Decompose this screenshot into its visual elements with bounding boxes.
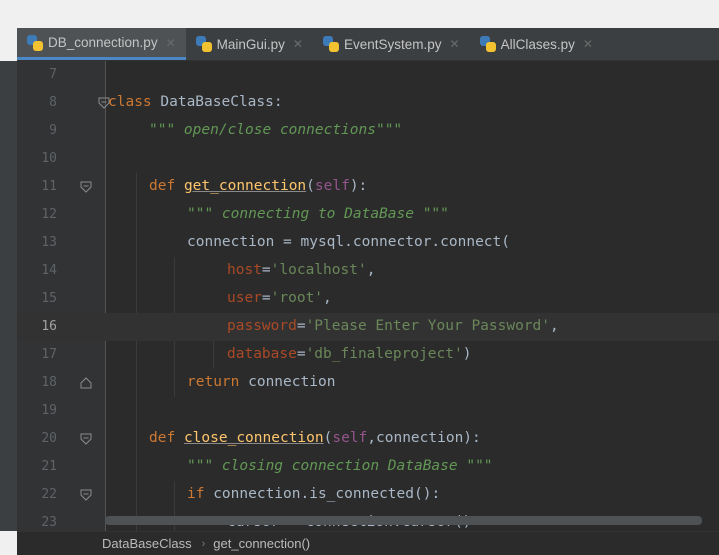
line-number: 19 [41,403,57,418]
code-line: 9 """ open/close connections""" [17,117,719,145]
close-tab-icon[interactable]: ✕ [583,37,593,51]
fold-open-icon[interactable] [79,488,93,502]
breadcrumb-separator-icon: › [201,537,206,550]
code-text: database='db_finaleproject') [227,346,472,362]
python-file-icon [479,36,496,52]
code-line: 10 [17,145,719,173]
code-line: 17 database='db_finaleproject') [17,341,719,369]
tab-maingui[interactable]: MainGui.py ✕ [186,28,313,60]
code-text: password='Please Enter Your Password', [227,318,559,334]
tab-label: EventSystem.py [343,36,442,52]
code-line: 14 host='localhost', [17,257,719,285]
code-text: return connection [187,374,336,390]
code-text: """ open/close connections""" [149,122,403,138]
line-number: 20 [41,431,57,446]
tab-label: MainGui.py [216,36,285,52]
code-line: 13 connection = mysql.connector.connect( [17,229,719,257]
code-line: 21 """ closing connection DataBase """ [17,453,719,481]
line-number: 12 [41,207,57,222]
tool-window-strip [0,61,17,531]
fold-open-icon[interactable] [79,432,93,446]
horizontal-scrollbar[interactable] [105,516,702,525]
code-text: def get_connection(self): [149,178,368,194]
python-file-icon [27,34,43,51]
code-editor[interactable]: 7 8 class DataBaseClass: 9 """ open/clos… [17,61,719,531]
line-number: 9 [49,123,57,138]
code-text: host='localhost', [227,262,376,278]
code-text: """ connecting to DataBase """ [187,206,449,222]
line-number: 10 [41,151,57,166]
line-number: 15 [41,291,57,306]
code-line: 18 return connection [17,369,719,397]
tab-eventsystem[interactable]: EventSystem.py ✕ [313,28,470,60]
code-text: class DataBaseClass: [108,94,283,110]
line-number: 11 [41,179,57,194]
code-line: 20 def close_connection(self,connection)… [17,425,719,453]
tab-allclases[interactable]: AllClases.py ✕ [470,28,603,60]
code-text: user='root', [227,290,332,306]
code-line: 12 """ connecting to DataBase """ [17,201,719,229]
code-line: 8 class DataBaseClass: [17,89,719,117]
window-top-strip [0,0,719,28]
code-line: 7 [17,61,719,89]
tab-label: AllClases.py [500,36,575,52]
fold-end-icon[interactable] [79,376,93,390]
breadcrumb-item-method[interactable]: get_connection() [213,536,310,551]
code-text: connection = mysql.connector.connect( [187,234,511,250]
breadcrumb: DataBaseClass › get_connection() [17,531,719,555]
python-file-icon [322,36,339,52]
tab-label: DB_connection.py [48,35,158,50]
code-line-current: 16 password='Please Enter Your Password'… [17,313,719,341]
line-number: 16 [41,319,57,334]
editor-tab-bar: DB_connection.py ✕ MainGui.py ✕ EventSys… [17,28,719,61]
code-text: if connection.is_connected(): [187,486,441,502]
line-number: 22 [41,487,57,502]
code-line: 15 user='root', [17,285,719,313]
close-tab-icon[interactable]: ✕ [450,37,460,51]
breadcrumb-item-class[interactable]: DataBaseClass [102,536,192,551]
code-line: 19 [17,397,719,425]
code-text: """ closing connection DataBase """ [187,458,493,474]
line-number: 13 [41,235,57,250]
close-tab-icon[interactable]: ✕ [166,36,176,50]
fold-open-icon[interactable] [79,180,93,194]
line-number: 18 [41,375,57,390]
line-number: 17 [41,347,57,362]
python-file-icon [195,36,212,52]
line-number: 14 [41,263,57,278]
line-number: 21 [41,459,57,474]
close-tab-icon[interactable]: ✕ [293,37,303,51]
line-number: 7 [49,67,57,82]
code-line: 22 if connection.is_connected(): [17,481,719,509]
code-text: def close_connection(self,connection): [149,430,481,446]
tab-db-connection[interactable]: DB_connection.py ✕ [17,28,186,60]
line-number: 8 [49,95,57,110]
code-line: 11 def get_connection(self): [17,173,719,201]
line-number: 23 [41,515,57,530]
